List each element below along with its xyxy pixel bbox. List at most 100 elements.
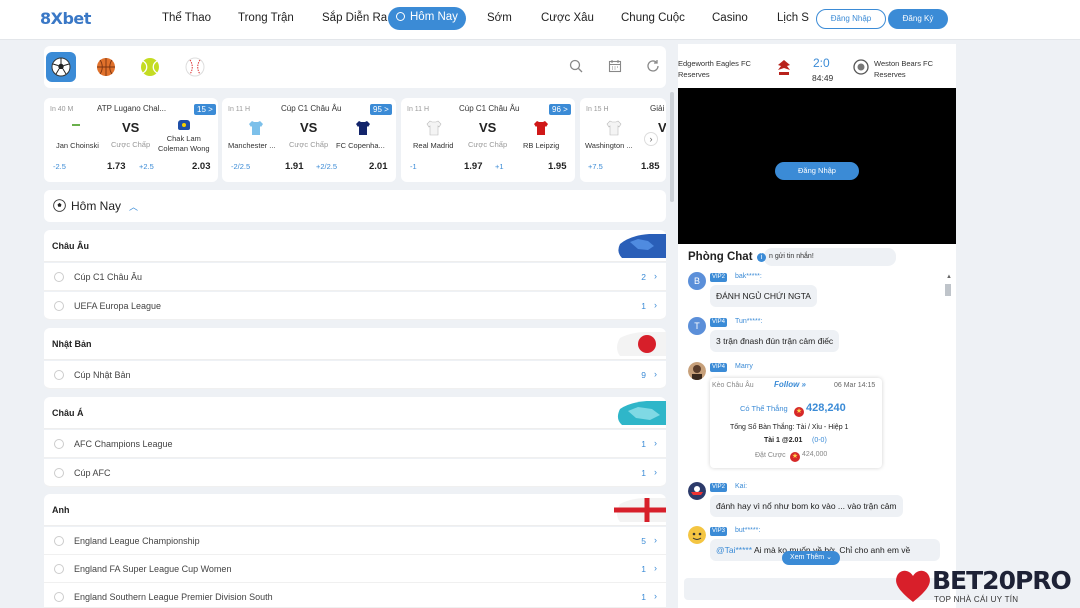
sport-tab-basketball[interactable] (91, 52, 121, 82)
radio-button[interactable] (54, 370, 64, 380)
bear-crest-icon (853, 59, 869, 75)
home-line[interactable]: -1 (410, 162, 417, 171)
away-team: FC Copenha... (336, 141, 385, 150)
home-line[interactable]: +7.5 (588, 162, 603, 171)
away-odd[interactable]: 1.95 (548, 161, 567, 172)
see-more-button[interactable]: Xem Thêm ⌄ (782, 551, 840, 565)
chat-mention[interactable]: @Tai***** (716, 545, 752, 555)
radio-button[interactable] (54, 439, 64, 449)
match-count: 9 (641, 370, 646, 380)
match-card[interactable]: In 40 M ATP Lugano Chal... 15 > VS Cược … (44, 98, 218, 182)
competition-row[interactable]: England Southern League Premier Division… (44, 583, 666, 608)
chevron-right-icon: › (654, 467, 657, 477)
follow-button[interactable]: Follow » (774, 380, 806, 389)
calendar-icon[interactable] (607, 59, 623, 75)
radio-button[interactable] (54, 301, 64, 311)
away-odd[interactable]: 2.03 (192, 161, 211, 172)
competition-row[interactable]: Cúp AFC 1 › (44, 459, 666, 487)
competition-row[interactable]: England FA Super League Cup Women 1 › (44, 555, 666, 583)
competition-row[interactable]: Cúp Nhật Bản 9 › (44, 361, 666, 389)
radio-button[interactable] (54, 272, 64, 282)
brand-logo[interactable]: 8Xbet (40, 9, 91, 28)
competition-row[interactable]: England League Championship 5 › (44, 527, 666, 555)
sport-tab-tennis[interactable] (135, 52, 165, 82)
nav-hom-nay-label: Hôm Nay (410, 11, 458, 23)
chat-bubble: 3 trận đnash đún trận cảm điếc (710, 330, 840, 352)
coin-icon: ★ (790, 452, 800, 462)
win-amount: 428,240 (806, 402, 846, 414)
today-header[interactable]: Hôm Nay ︿ (44, 190, 666, 222)
asia-map-icon (617, 401, 666, 425)
region-header-asia[interactable]: Châu Á (44, 397, 666, 429)
markets-badge[interactable]: 15 > (194, 104, 216, 115)
bet-pick: Tài 1 @2.01 (764, 437, 803, 444)
away-line[interactable]: +2.5 (139, 162, 154, 171)
home-odd[interactable]: 1.91 (285, 161, 304, 172)
avatar: T (688, 317, 706, 335)
shared-bet-card[interactable]: Kèo Châu Âu Follow » 06 Mar 14:15 Có Thể… (710, 378, 882, 468)
search-icon[interactable] (568, 59, 584, 75)
home-line[interactable]: -2.5 (53, 162, 66, 171)
region-header-europe[interactable]: Châu Âu (44, 230, 666, 262)
radio-button[interactable] (54, 468, 64, 478)
chevron-right-icon[interactable]: › (644, 132, 658, 146)
nav-sap-dien-ra[interactable]: Sắp Diễn Ra (322, 12, 387, 24)
refresh-icon[interactable] (645, 59, 661, 75)
home-odd[interactable]: 1.85 (641, 161, 660, 172)
register-button[interactable]: Đăng Ký (888, 9, 948, 29)
markets-badge[interactable]: 96 > (549, 104, 571, 115)
home-odd[interactable]: 1.73 (107, 161, 126, 172)
competition-row[interactable]: AFC Champions League 1 › (44, 430, 666, 458)
sport-bar (44, 46, 666, 88)
away-kit-icon (534, 121, 548, 135)
live-score: 2:0 (813, 56, 830, 70)
match-minute: 84:49 (812, 73, 834, 83)
sport-tab-soccer[interactable] (46, 52, 76, 82)
competition-row[interactable]: Cúp C1 Châu Âu 2 › (44, 263, 666, 291)
match-card[interactable]: In 11 H Cúp C1 Châu Âu 95 > VS Cược Chấp… (222, 98, 396, 182)
match-card[interactable]: In 11 H Cúp C1 Châu Âu 96 > VS Cược Chấp… (401, 98, 575, 182)
nav-lich-su[interactable]: Lịch S (777, 12, 809, 24)
stake-wrap: ★ 424,000 (790, 451, 827, 462)
radio-button[interactable] (54, 536, 64, 546)
handicap-label: Cược Chấp (468, 140, 508, 149)
nav-the-thao[interactable]: Thể Thao (162, 12, 211, 24)
scroll-up-icon[interactable]: ▲ (946, 274, 952, 280)
match-count: 1 (641, 468, 646, 478)
chevron-up-icon[interactable]: ︿ (129, 200, 138, 213)
live-video-player[interactable]: Đăng Nhập (678, 88, 956, 244)
chat-scrollbar[interactable] (945, 284, 951, 296)
video-login-button[interactable]: Đăng Nhập (775, 162, 859, 180)
nav-trong-tran[interactable]: Trong Trận (238, 12, 294, 24)
competition-name: UEFA Europa League (74, 301, 162, 311)
region-header-japan[interactable]: Nhật Bản (44, 328, 666, 360)
radio-button[interactable] (54, 564, 64, 574)
top-nav: 8Xbet Thể Thao Trong Trận Sắp Diễn Ra Hô… (0, 0, 1080, 40)
away-team: Chak Lam Coleman Wong (158, 134, 210, 153)
away-odd[interactable]: 2.01 (369, 161, 388, 172)
info-icon[interactable]: i (757, 253, 766, 262)
left-scrollbar[interactable] (670, 92, 674, 202)
match-count: 5 (641, 536, 646, 546)
chevron-right-icon: › (654, 591, 657, 601)
watermark-title: BET20PRO (932, 566, 1072, 595)
radio-button[interactable] (54, 592, 64, 602)
sport-tab-baseball[interactable] (180, 52, 210, 82)
nav-casino[interactable]: Casino (712, 12, 748, 24)
home-odd[interactable]: 1.97 (464, 161, 483, 172)
away-line[interactable]: +2/2.5 (316, 162, 337, 171)
login-button[interactable]: Đăng Nhập (816, 9, 886, 29)
markets-badge[interactable]: 95 > (370, 104, 392, 115)
vip-badge: VIP2 (710, 273, 728, 282)
away-line[interactable]: +1 (495, 162, 504, 171)
home-line[interactable]: -2/2.5 (231, 162, 250, 171)
nav-chung-cuoc[interactable]: Chung Cuộc (621, 12, 685, 24)
region-header-england[interactable]: Anh (44, 494, 666, 526)
nav-som[interactable]: Sớm (487, 12, 512, 24)
nav-hom-nay[interactable]: Hôm Nay (388, 7, 466, 30)
chevron-right-icon: › (654, 271, 657, 281)
england-flag-icon (614, 498, 666, 522)
competition-row[interactable]: UEFA Europa League 1 › (44, 292, 666, 320)
match-time: In 11 H (407, 106, 430, 113)
nav-cuoc-xau[interactable]: Cược Xâu (541, 12, 594, 24)
